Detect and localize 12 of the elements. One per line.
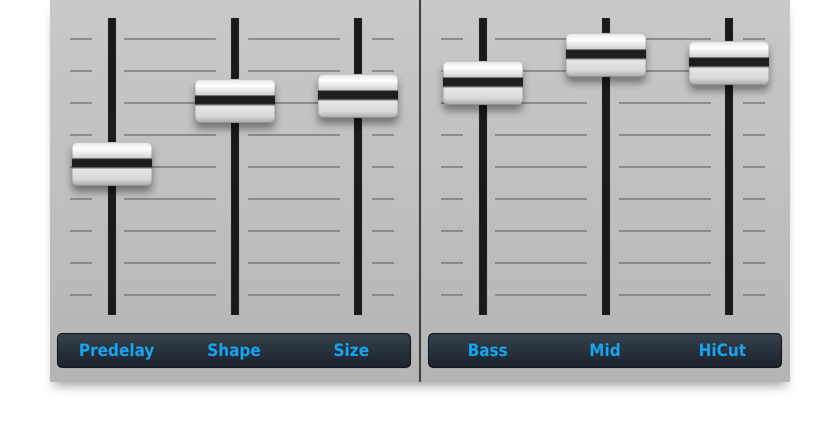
fader-label: Mid: [588, 340, 622, 360]
fader-label: Bass: [466, 340, 509, 360]
fader-label: Predelay: [78, 340, 156, 360]
fader-handle[interactable]: [72, 142, 152, 186]
fader-handle[interactable]: [318, 74, 398, 118]
fader-handle[interactable]: [689, 40, 769, 85]
fader-handle[interactable]: [195, 78, 275, 123]
fader-handle[interactable]: [443, 61, 523, 105]
fader-label: Size: [332, 340, 370, 360]
fader-label: HiCut: [698, 340, 748, 360]
fader-handle[interactable]: [566, 33, 646, 78]
fader-label: Shape: [206, 340, 262, 360]
